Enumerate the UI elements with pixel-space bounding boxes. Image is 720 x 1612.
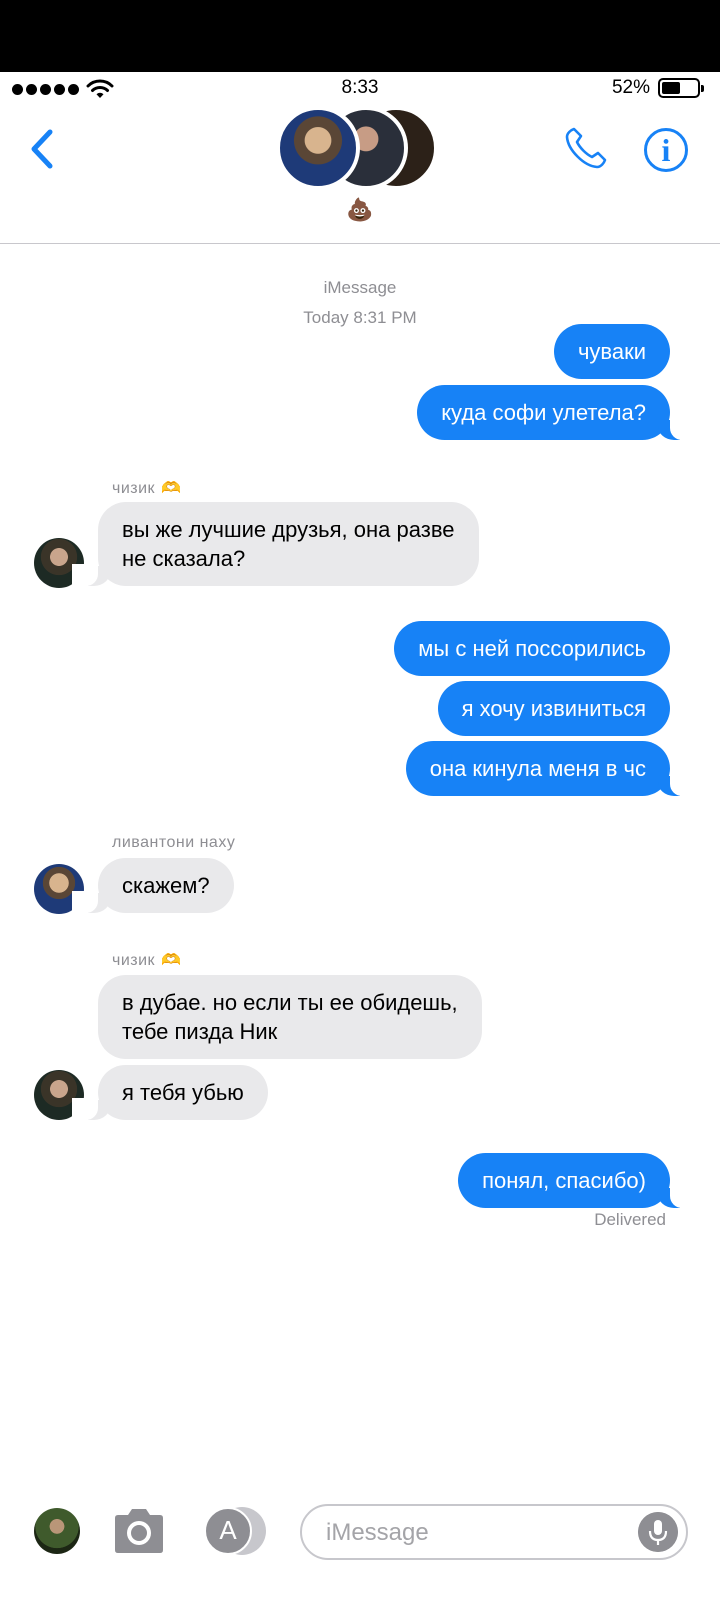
avatar bbox=[276, 106, 360, 190]
conversation-header: 💩 i bbox=[0, 104, 720, 244]
sender-name: чизик 🫶 bbox=[112, 952, 182, 969]
sender-name: чизик 🫶 bbox=[112, 480, 182, 497]
top-black-bar bbox=[0, 0, 720, 72]
message-bubble-incoming[interactable]: скажем? bbox=[72, 858, 234, 913]
message-bubble-outgoing[interactable]: куда софи улетела? bbox=[417, 385, 696, 440]
microphone-icon[interactable] bbox=[638, 1512, 678, 1552]
battery-icon bbox=[658, 78, 704, 98]
status-bar: 8:33 52% bbox=[0, 72, 720, 104]
battery-fill bbox=[662, 82, 680, 94]
app-store-icon[interactable]: A bbox=[204, 1504, 266, 1558]
message-input-field[interactable] bbox=[300, 1504, 688, 1560]
info-icon[interactable]: i bbox=[644, 128, 688, 172]
service-label: iMessage bbox=[323, 278, 397, 297]
message-bubble-outgoing[interactable]: она кинула меня в чс bbox=[405, 741, 697, 796]
message-bubble-outgoing[interactable]: чуваки bbox=[553, 324, 670, 379]
phone-icon[interactable] bbox=[562, 124, 610, 172]
group-name[interactable]: 💩 bbox=[0, 197, 720, 223]
message-bubble-incoming[interactable]: в дубае. но если ты ее обидешь, тебе пиз… bbox=[98, 975, 482, 1059]
message-bubble-outgoing[interactable]: понял, спасибо) bbox=[458, 1153, 696, 1208]
sender-name: ливантони наху bbox=[112, 834, 236, 851]
chevron-left-icon[interactable] bbox=[22, 122, 62, 176]
input-bar: A bbox=[0, 1500, 720, 1612]
message-input[interactable] bbox=[326, 1516, 606, 1550]
delivery-status: Delivered bbox=[594, 1210, 666, 1229]
message-bubble-outgoing[interactable]: я хочу извиниться bbox=[437, 681, 670, 736]
message-bubble-incoming[interactable]: вы же лучшие друзья, она разве не сказал… bbox=[72, 502, 479, 586]
group-avatars[interactable] bbox=[276, 106, 446, 192]
message-bubble-outgoing[interactable]: мы с ней поссорились bbox=[394, 621, 670, 676]
message-bubble-incoming[interactable]: я тебя убью bbox=[72, 1065, 268, 1120]
camera-icon[interactable] bbox=[111, 1506, 167, 1556]
avatar[interactable] bbox=[34, 1508, 80, 1554]
battery-percent: 52% bbox=[611, 77, 650, 98]
